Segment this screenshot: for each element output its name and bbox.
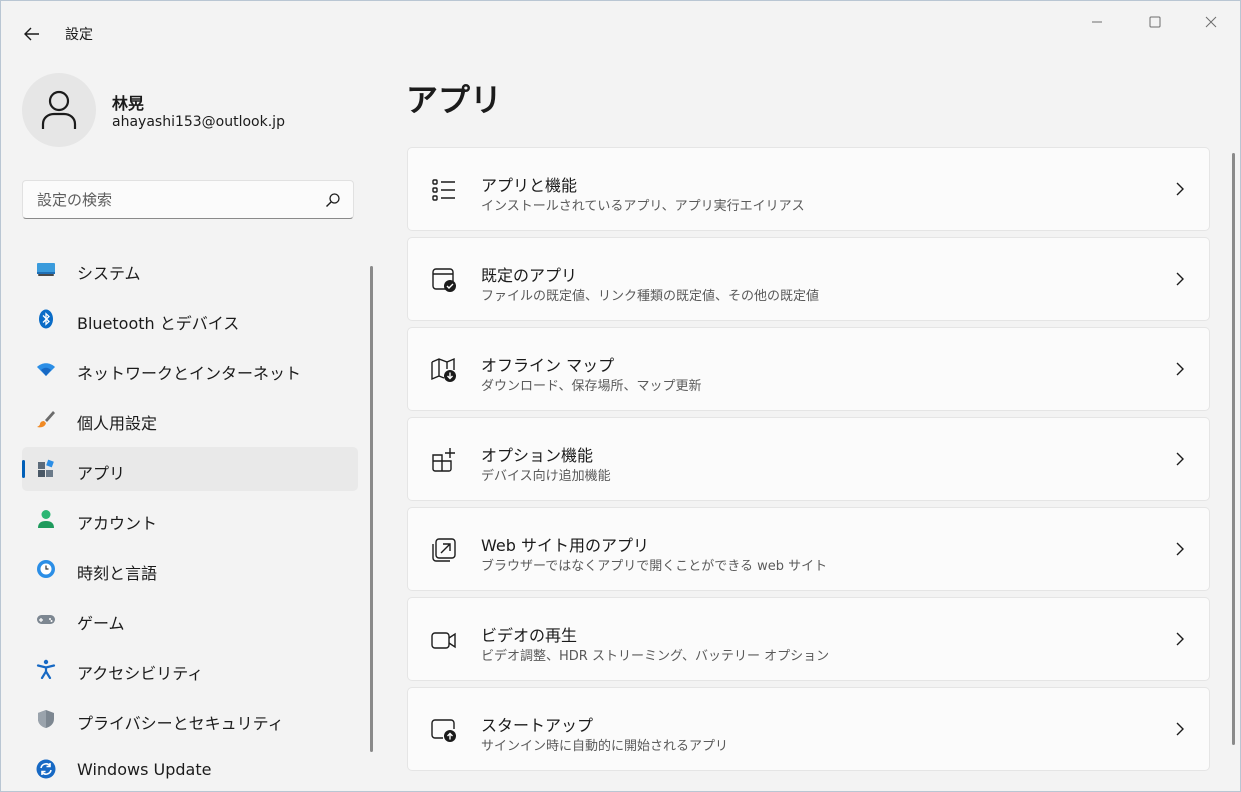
- account-icon: [38, 510, 54, 528]
- sidebar-item-label: Bluetooth とデバイス: [77, 314, 240, 333]
- search-icon[interactable]: [325, 192, 341, 208]
- system-icon: [37, 263, 55, 276]
- minimize-button[interactable]: [1077, 11, 1117, 33]
- chevron-right-icon: [1176, 182, 1184, 196]
- sidebar-item-system[interactable]: システム: [22, 247, 358, 291]
- card-title: オフライン マップ: [481, 356, 615, 375]
- open-external-icon: [432, 538, 456, 562]
- user-email: ahayashi153@outlook.jp: [112, 114, 285, 130]
- active-indicator: [22, 460, 25, 478]
- sidebar-item-network[interactable]: ネットワークとインターネット: [22, 347, 358, 391]
- search-box[interactable]: [22, 180, 354, 219]
- chevron-right-icon: [1176, 542, 1184, 556]
- user-name: 林晃: [112, 94, 145, 113]
- apps-icon: [38, 459, 54, 477]
- sidebar-item-label: Windows Update: [77, 760, 212, 779]
- sidebar-item-gaming[interactable]: ゲーム: [22, 597, 358, 641]
- chevron-right-icon: [1176, 632, 1184, 646]
- card-apps-for-websites[interactable]: Web サイト用のアプリ ブラウザーではなくアプリで開くことができる web サ…: [407, 507, 1210, 591]
- update-icon: [36, 759, 56, 779]
- chevron-right-icon: [1176, 272, 1184, 286]
- card-title: ビデオの再生: [481, 626, 578, 645]
- close-icon: [1205, 16, 1217, 28]
- sidebar-item-label: 個人用設定: [77, 414, 158, 433]
- minimize-icon: [1092, 21, 1102, 23]
- card-subtitle: デバイス向け追加機能: [481, 469, 611, 484]
- sidebar-item-label: アカウント: [77, 514, 158, 533]
- default-apps-icon: [432, 268, 456, 292]
- sidebar-item-apps[interactable]: アプリ: [22, 447, 358, 491]
- shield-icon: [38, 710, 54, 728]
- card-title: オプション機能: [481, 446, 594, 465]
- sidebar-item-accessibility[interactable]: アクセシビリティ: [22, 647, 358, 691]
- card-title: アプリと機能: [481, 176, 578, 195]
- main-scrollbar[interactable]: [1232, 153, 1235, 745]
- sidebar-item-privacy[interactable]: プライバシーとセキュリティ: [22, 697, 358, 741]
- card-title: スタートアップ: [481, 716, 594, 735]
- sidebar-item-time-language[interactable]: 時刻と言語: [22, 547, 358, 591]
- card-video-playback[interactable]: ビデオの再生 ビデオ調整、HDR ストリーミング、バッテリー オプション: [407, 597, 1210, 681]
- card-subtitle: ファイルの既定値、リンク種類の既定値、その他の既定値: [481, 289, 820, 304]
- sidebar-item-label: ネットワークとインターネット: [77, 364, 302, 383]
- back-button[interactable]: [19, 21, 45, 47]
- close-button[interactable]: [1191, 11, 1231, 33]
- card-subtitle: ダウンロード、保存場所、マップ更新: [481, 379, 702, 394]
- sidebar-item-windows-update[interactable]: Windows Update: [22, 747, 358, 791]
- startup-icon: [431, 719, 456, 742]
- sidebar-item-label: アクセシビリティ: [77, 664, 204, 683]
- chevron-right-icon: [1176, 362, 1184, 376]
- avatar[interactable]: [22, 73, 96, 147]
- brush-icon: [37, 411, 55, 428]
- maximize-icon: [1149, 16, 1161, 28]
- map-download-icon: [431, 357, 456, 382]
- card-startup[interactable]: スタートアップ サインイン時に自動的に開始されるアプリ: [407, 687, 1210, 771]
- page-title: アプリ: [406, 81, 503, 119]
- card-offline-maps[interactable]: オフライン マップ ダウンロード、保存場所、マップ更新: [407, 327, 1210, 411]
- app-title: 設定: [65, 27, 93, 43]
- sidebar-item-label: 時刻と言語: [77, 564, 158, 583]
- sidebar-item-label: プライバシーとセキュリティ: [77, 714, 284, 733]
- card-subtitle: ビデオ調整、HDR ストリーミング、バッテリー オプション: [481, 649, 830, 664]
- chevron-right-icon: [1176, 722, 1184, 736]
- globe-clock-icon: [37, 560, 55, 578]
- sidebar-scrollbar[interactable]: [370, 266, 373, 752]
- card-subtitle: ブラウザーではなくアプリで開くことができる web サイト: [481, 559, 828, 574]
- add-feature-icon: [432, 448, 455, 472]
- sidebar-item-bluetooth[interactable]: Bluetooth とデバイス: [22, 297, 358, 341]
- card-title: 既定のアプリ: [481, 266, 578, 285]
- sidebar-item-personalization[interactable]: 個人用設定: [22, 397, 358, 441]
- accessibility-icon: [36, 659, 56, 679]
- maximize-button[interactable]: [1135, 11, 1175, 33]
- bluetooth-icon: [39, 309, 53, 329]
- sidebar-nav: システム Bluetooth とデバイス ネットワークとインターネット 個人用設…: [22, 247, 358, 791]
- card-title: Web サイト用のアプリ: [481, 536, 649, 555]
- wifi-icon: [37, 363, 55, 376]
- card-optional-features[interactable]: オプション機能 デバイス向け追加機能: [407, 417, 1210, 501]
- arrow-left-icon: [24, 27, 39, 41]
- sidebar-item-label: システム: [77, 264, 141, 283]
- sidebar-item-label: ゲーム: [77, 614, 125, 633]
- list-icon: [432, 179, 455, 201]
- video-icon: [431, 632, 456, 649]
- card-subtitle: インストールされているアプリ、アプリ実行エイリアス: [481, 199, 805, 214]
- chevron-right-icon: [1176, 452, 1184, 466]
- settings-window: 設定 林晃 ahayashi153@outlook.jp 設定の検索 システム …: [0, 0, 1241, 792]
- sidebar-item-label: アプリ: [77, 464, 126, 483]
- card-default-apps[interactable]: 既定のアプリ ファイルの既定値、リンク種類の既定値、その他の既定値: [407, 237, 1210, 321]
- user-icon: [41, 90, 77, 129]
- title-bar: 設定: [1, 1, 1240, 65]
- card-apps-features[interactable]: アプリと機能 インストールされているアプリ、アプリ実行エイリアス: [407, 147, 1210, 231]
- sidebar-item-accounts[interactable]: アカウント: [22, 497, 358, 541]
- settings-cards: アプリと機能 インストールされているアプリ、アプリ実行エイリアス 既定のアプリ …: [407, 147, 1210, 777]
- card-subtitle: サインイン時に自動的に開始されるアプリ: [481, 739, 729, 754]
- gamepad-icon: [37, 615, 55, 624]
- search-input[interactable]: [37, 181, 317, 218]
